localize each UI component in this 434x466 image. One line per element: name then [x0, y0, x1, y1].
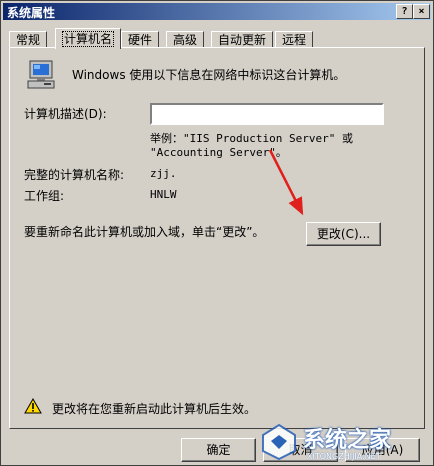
- window-title: 系统属性: [7, 6, 56, 20]
- warning-icon: [24, 398, 42, 414]
- tab-remote[interactable]: 远程: [275, 31, 314, 48]
- watermark-text: 系统之家: [303, 428, 392, 453]
- ok-button[interactable]: 确定: [181, 438, 256, 462]
- close-button[interactable]: ×: [413, 4, 430, 19]
- site-watermark: 系统之家 XITONGZHIJIA.NET: [255, 416, 434, 466]
- workgroup-label: 工作组:: [24, 189, 65, 203]
- full-name-value: zjj.: [150, 167, 177, 180]
- intro-text: Windows 使用以下信息在网络中标识这台计算机。: [72, 68, 346, 82]
- title-bar[interactable]: 系统属性 ? ×: [3, 3, 431, 20]
- workgroup-value: HNLW: [150, 188, 177, 201]
- help-button[interactable]: ?: [396, 4, 413, 19]
- computer-description-input[interactable]: [150, 103, 384, 125]
- computer-icon: [27, 60, 55, 89]
- watermark-subtext: XITONGZHIJIA.NET: [307, 452, 381, 461]
- change-button[interactable]: 更改(C)...: [306, 222, 381, 246]
- tab-computer-name[interactable]: 计算机名: [55, 28, 122, 49]
- tab-auto-update[interactable]: 自动更新: [211, 31, 274, 48]
- watermark-logo-icon: [262, 423, 296, 461]
- computer-name-panel: Windows 使用以下信息在网络中标识这台计算机。 计算机描述(D): 举例：…: [9, 47, 425, 429]
- rename-instructions: 要重新命名此计算机或加入域，单击“更改”。: [24, 225, 265, 239]
- tab-general[interactable]: 常规: [9, 31, 48, 48]
- example-line-2: "Accounting Server"。: [150, 146, 287, 159]
- tab-advanced[interactable]: 高级: [166, 31, 205, 48]
- system-properties-window: 系统属性 ? × 常规 计算机名 硬件 高级 自动更新 远程 Windows 使…: [0, 0, 434, 466]
- full-name-label: 完整的计算机名称:: [24, 168, 125, 182]
- tab-hardware[interactable]: 硬件: [121, 31, 160, 48]
- description-label: 计算机描述(D):: [24, 107, 107, 121]
- restart-notice: 更改将在您重新启动此计算机后生效。: [52, 402, 257, 416]
